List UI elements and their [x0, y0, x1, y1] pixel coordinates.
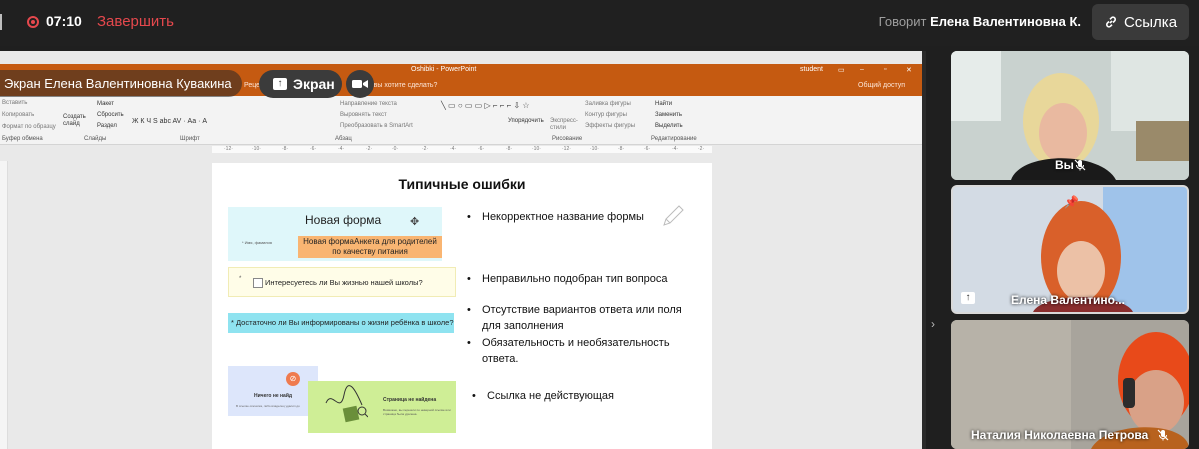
page-not-found-title: Страница не найдена [383, 397, 437, 403]
screen-label: Экран [293, 76, 335, 92]
group-slides: Слайды [84, 136, 107, 142]
bullet-3: Отсутствие вариантов ответа или поля для… [467, 302, 697, 334]
share-screen-icon: ↑ [273, 78, 287, 90]
page-not-found-illustration [325, 385, 368, 423]
form-field-label: * Имя, фамилия [242, 240, 272, 245]
ribbon-quick-styles[interactable]: Экспресс-стили [550, 118, 578, 132]
question-text: Интересуетесь ли Вы жизнью нашей школы? [265, 278, 423, 287]
ppt-share[interactable]: Общий доступ [858, 82, 905, 89]
ribbon-new-slide[interactable]: Создать слайд [63, 114, 86, 128]
bullet-1: Некорректное название формы [467, 209, 644, 225]
not-found-title: Ничего не найд [254, 393, 293, 399]
missing-answer-example: * Достаточно ли Вы информированы о жизни… [228, 313, 454, 333]
finish-button[interactable]: Завершить [97, 13, 174, 30]
chevron-right-icon[interactable]: › [931, 317, 935, 331]
ppt-maximize-icon[interactable]: ▫ [884, 66, 886, 73]
group-paragraph: Абзац [335, 136, 352, 142]
call-timer: 07:10 [46, 13, 82, 29]
ribbon-align-text[interactable]: Выровнять текст [340, 112, 387, 118]
move-cursor-icon: ✥ [410, 216, 420, 228]
ribbon-format-painter[interactable]: Формат по образцу [2, 124, 56, 130]
link-label: Ссылка [1123, 13, 1178, 31]
group-clipboard: Буфер обмена [2, 136, 43, 142]
checkbox-icon [253, 278, 263, 288]
bullet-5: Ссылка не действующая [472, 388, 614, 404]
link-icon [1105, 16, 1116, 28]
horizontal-ruler: ·12· ·10· ·8· ·6· ·4· ·2· ·0· ·2· ·4· ·6· ·8· ·1… [212, 146, 712, 153]
group-font: Шрифт [180, 136, 200, 142]
ribbon-replace[interactable]: Заменить [655, 112, 682, 118]
pencil-icon [663, 205, 684, 226]
bullet-4: Обязательность и необязательность ответа… [467, 335, 697, 367]
active-speaker: Говорит Елена Валентиновна К. [879, 14, 1081, 29]
required-asterisk: * [239, 276, 242, 282]
ribbon-select[interactable]: Выделить [655, 123, 683, 129]
ribbon-arrange[interactable]: Упорядочить [508, 118, 544, 124]
ppt-close-icon[interactable]: ✕ [906, 66, 912, 74]
ribbon-layout[interactable]: Макет [97, 101, 114, 107]
camera-icon [352, 80, 368, 88]
participant-name: Елена Валентино... [1011, 293, 1125, 307]
ppt-minimize-icon[interactable]: – [860, 66, 864, 73]
ribbon-paste[interactable]: Вставить [2, 100, 27, 106]
screen-share-button[interactable]: ↑ Экран [259, 70, 342, 98]
powerpoint-ribbon: Вставить Копировать Формат по образцу Со… [0, 96, 922, 145]
screen-edge [922, 51, 926, 449]
mic-off-icon [1074, 159, 1086, 171]
ribbon-reset[interactable]: Сбросить [97, 112, 124, 118]
ribbon-find[interactable]: Найти [655, 101, 672, 107]
link-button[interactable]: Ссылка [1092, 4, 1189, 40]
form-title-example: Новая форма ✥ * Имя, фамилия Новая форма… [228, 207, 442, 261]
form-title-text: Новая форма [305, 213, 382, 227]
ribbon-smartart[interactable]: Преобразовать в SmartArt [340, 123, 413, 129]
ribbon-shape-fill[interactable]: Заливка фигуры [585, 101, 631, 107]
ppt-user: student [800, 66, 823, 73]
pin-icon[interactable]: 📌 [1064, 195, 1079, 209]
mic-off-icon [1157, 429, 1169, 441]
question-text-2: * Достаточно ли Вы информированы о жизни… [231, 318, 454, 327]
top-bar: 07:10 Завершить Говорит Елена Валентинов… [0, 0, 1199, 46]
group-editing: Редактирование [651, 136, 697, 142]
ribbon-shape-outline[interactable]: Контур фигуры [585, 112, 627, 118]
shared-screen: Oshibki - PowerPoint student ▭ – ▫ ✕ Рец… [0, 51, 926, 449]
not-found-example-1: ⊘ Ничего не найд В ссылке опечатка, либо… [228, 366, 318, 416]
presenter-label: Экран Елена Валентиновна Кувакина [0, 70, 242, 97]
participant-tile-petrova[interactable]: Наталия Николаевна Петрова [951, 320, 1189, 449]
recording-icon [27, 16, 39, 28]
sharing-screen-icon: ↑ [961, 292, 975, 304]
participant-name: Вы [1055, 158, 1074, 172]
ribbon-section[interactable]: Раздел [97, 123, 117, 129]
ribbon-text-direction[interactable]: Направление текста [340, 101, 397, 107]
participant-tile-presenter[interactable]: 📌 ↑ Елена Валентино... [951, 185, 1189, 314]
bullet-2: Неправильно подобран тип вопроса [467, 271, 667, 287]
slide-title: Типичные ошибки [398, 176, 526, 192]
ppt-file-title: Oshibki - PowerPoint [411, 66, 477, 73]
speaker-prefix: Говорит [878, 14, 927, 29]
vertical-ruler [0, 161, 8, 449]
ribbon-copy[interactable]: Копировать [2, 112, 34, 118]
not-found-subtext: В ссылке опечатка, либо владелец удалил … [236, 404, 300, 408]
not-found-example-2: Страница не найдена Возможно, вы перешли… [308, 381, 456, 433]
ppt-ribbon-options-icon[interactable]: ▭ [838, 66, 845, 74]
question-type-example: * Интересуетесь ли Вы жизнью нашей школы… [228, 267, 456, 297]
participant-tile-self[interactable]: Вы [951, 51, 1189, 180]
group-drawing: Рисование [552, 136, 583, 142]
speaker-name: Елена Валентиновна К. [930, 14, 1081, 29]
ribbon-font-format[interactable]: Ж К Ч S abc AV · Аа · A [132, 118, 207, 125]
page-not-found-subtext: Возможно, вы перешли по неверной ссылке … [383, 408, 451, 416]
ribbon-shape-effects[interactable]: Эффекты фигуры [585, 123, 635, 129]
participant-name: Наталия Николаевна Петрова [971, 428, 1149, 442]
ribbon-shapes[interactable]: ╲ ▭ ○ ▭ ▭ ▷ ⌐ ⌐ ⌐ ⇩ ☆ [441, 101, 530, 110]
left-divider [0, 14, 2, 30]
form-rename-example: Новая формаАнкета для родителей по качес… [298, 236, 442, 258]
broken-link-icon: ⊘ [286, 372, 300, 386]
camera-button[interactable] [346, 70, 374, 98]
slide: Типичные ошибки Новая форма ✥ * Имя, фам… [212, 163, 712, 449]
